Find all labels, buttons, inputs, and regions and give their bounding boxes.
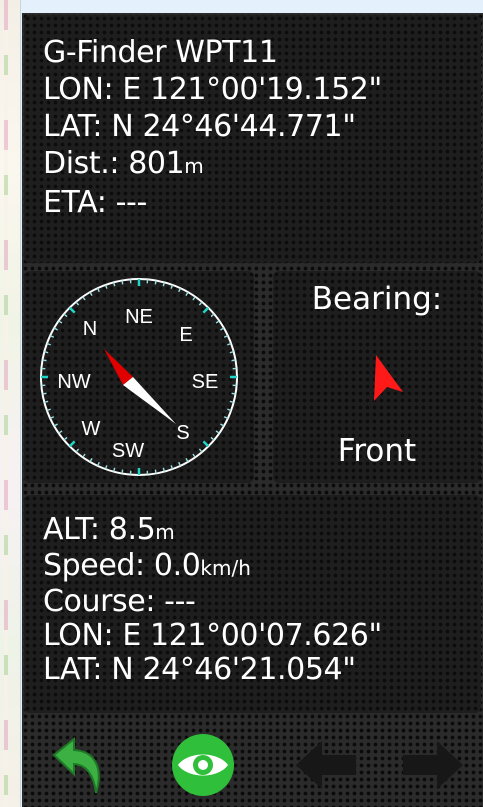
compass-tick	[185, 458, 189, 463]
compass-tick	[192, 453, 196, 458]
eye-icon	[172, 734, 234, 796]
compass-tick	[49, 416, 55, 420]
compass-label-w: W	[82, 418, 101, 440]
speed-unit: km/h	[200, 556, 251, 580]
compass-tick	[178, 461, 182, 467]
altitude-unit: m	[155, 520, 175, 544]
compass-tick	[96, 287, 100, 293]
compass-tick	[42, 392, 47, 395]
compass-label-nw: NW	[57, 371, 90, 393]
back-button[interactable]	[44, 729, 114, 799]
compass-tick	[231, 359, 236, 362]
target-eta: ETA: ---	[43, 185, 147, 220]
background-map-strip	[0, 0, 21, 807]
compass-tick	[82, 453, 86, 458]
compass-tick	[63, 436, 68, 441]
previous-button[interactable]	[292, 729, 362, 799]
compass-tick	[96, 461, 100, 467]
compass-tick	[192, 296, 196, 301]
view-button[interactable]	[168, 729, 238, 799]
altitude: ALT: 8.5m	[43, 513, 481, 549]
compass-tick	[49, 334, 55, 338]
bearing-direction: Front	[337, 433, 417, 469]
bearing-panel: Bearing: Front	[273, 271, 481, 483]
compass-tick	[89, 291, 93, 296]
distance-value: Dist.: 801	[43, 146, 185, 181]
compass-tick	[210, 436, 215, 441]
target-longitude: LON: E 121°00'19.152"	[43, 72, 382, 107]
compass-label-ne: NE	[125, 306, 153, 328]
compass-tick	[154, 469, 157, 474]
compass-tick	[58, 430, 63, 434]
needle-south	[123, 377, 176, 424]
compass-label-n: N	[83, 318, 97, 340]
altitude-value: ALT: 8.5	[43, 512, 156, 547]
compass-tick	[121, 469, 124, 474]
compass-tick	[58, 320, 63, 324]
waypoint-title: G-Finder WPT11	[43, 35, 278, 70]
target-info-panel: G-Finder WPT11 LON: E 121°00'19.152" LAT…	[24, 15, 481, 263]
target-latitude: LAT: N 24°46'44.771"	[43, 109, 356, 144]
compass-tick	[198, 448, 203, 453]
compass-tick	[75, 301, 80, 306]
compass-label-e: E	[179, 324, 192, 346]
target-distance: Dist.: 801m	[43, 147, 481, 183]
compass-tick	[215, 430, 220, 434]
compass-tick	[202, 440, 210, 448]
compass-tick	[202, 306, 210, 314]
compass-tick	[63, 313, 68, 318]
next-button[interactable]	[397, 729, 467, 799]
current-longitude: LON: E 121°00'07.626"	[43, 618, 382, 653]
current-position-panel: ALT: 8.5m Speed: 0.0km/h Course: --- LON…	[24, 495, 481, 713]
compass-tick	[75, 448, 80, 453]
compass-tick	[53, 327, 58, 331]
previous-arrow-icon	[296, 741, 356, 789]
gps-finder-screen: G-Finder WPT11 LON: E 121°00'19.152" LAT…	[22, 13, 483, 807]
bottom-toolbar	[22, 719, 483, 807]
distance-unit: m	[184, 154, 204, 178]
compass-dial: N NE E SE S SW W NW	[40, 278, 238, 476]
compass-panel: N NE E SE S SW W NW	[24, 271, 254, 483]
compass-tick	[121, 280, 124, 285]
compass-tick	[82, 296, 86, 301]
compass-tick	[68, 306, 76, 314]
back-icon	[52, 736, 100, 794]
compass-label-sw: SW	[112, 440, 144, 462]
compass-tick	[44, 350, 49, 354]
compass-tick	[198, 301, 203, 306]
compass-tick	[229, 350, 234, 354]
speed: Speed: 0.0km/h	[43, 549, 481, 585]
compass-tick	[223, 334, 229, 338]
compass-tick	[231, 392, 236, 395]
compass-tick	[223, 416, 229, 420]
compass-tick	[210, 313, 215, 318]
compass-tick	[220, 423, 225, 427]
compass-label-s: S	[176, 422, 189, 444]
compass-tick	[53, 423, 58, 427]
compass-tick	[89, 458, 93, 463]
speed-value: Speed: 0.0	[43, 548, 201, 583]
needle-north	[104, 349, 133, 385]
compass-tick	[185, 291, 189, 296]
compass-tick	[215, 320, 220, 324]
compass-tick	[154, 280, 157, 285]
compass-tick	[220, 327, 225, 331]
compass-label-se: SE	[192, 371, 219, 393]
compass-tick	[42, 359, 47, 362]
next-arrow-icon	[403, 741, 463, 789]
compass-tick	[178, 287, 182, 293]
compass-tick	[68, 440, 76, 448]
current-latitude: LAT: N 24°46'21.054"	[43, 652, 356, 687]
course: Course: ---	[43, 584, 196, 619]
